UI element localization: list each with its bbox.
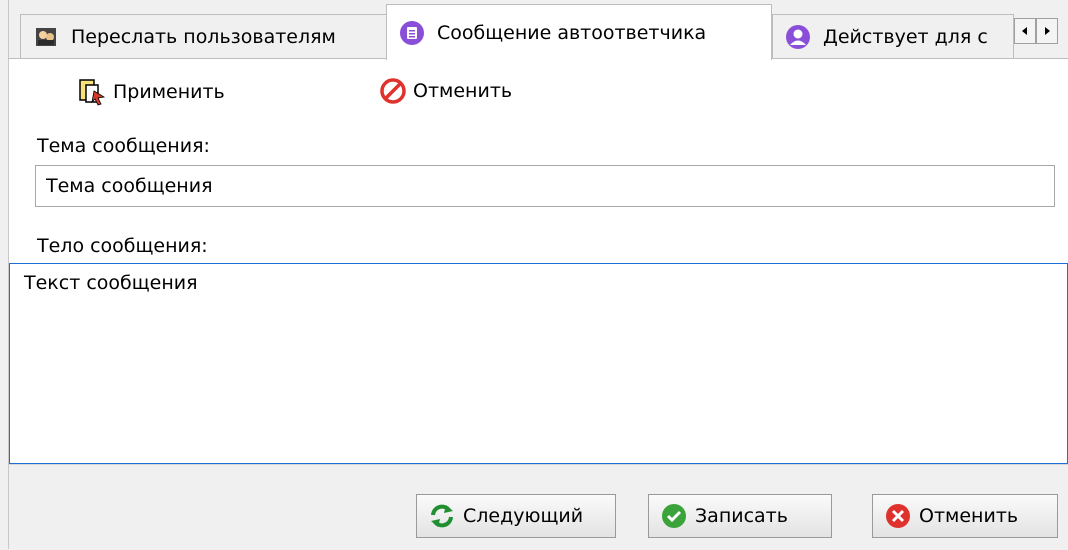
tab-label: Действует для с xyxy=(823,25,988,48)
apply-label: Применить xyxy=(113,81,225,103)
window-left-border xyxy=(0,0,9,549)
cancel-toolbar-button[interactable]: Отменить xyxy=(379,77,512,105)
prohibited-icon xyxy=(380,78,406,104)
tab-label: Сообщение автоответчика xyxy=(437,21,707,44)
apply-document-icon xyxy=(79,79,106,106)
next-button[interactable]: Следующий xyxy=(416,494,616,538)
autoreply-panel: Применить Отменить Тема сообщения: Тело … xyxy=(9,59,1068,464)
cancel-toolbar-label: Отменить xyxy=(413,80,513,102)
tab-applies-to[interactable]: Действует для с xyxy=(772,14,1014,58)
tab-autoreply-message[interactable]: Сообщение автоответчика xyxy=(386,4,772,60)
users-icon xyxy=(36,27,56,46)
save-label: Записать xyxy=(695,505,788,527)
user-icon xyxy=(786,24,810,49)
next-label: Следующий xyxy=(463,505,584,527)
apply-button[interactable]: Применить xyxy=(77,77,225,107)
tab-forward-users[interactable]: Переслать пользователям xyxy=(20,14,388,58)
cancel-label: Отменить xyxy=(919,505,1019,527)
body-label: Тело сообщения: xyxy=(37,235,208,257)
tab-scroll-arrows xyxy=(1014,18,1058,44)
check-circle-icon xyxy=(662,504,686,528)
tab-scroll-left-button[interactable] xyxy=(1014,18,1036,44)
caret-left-icon xyxy=(1022,27,1027,35)
subject-label: Тема сообщения: xyxy=(37,135,210,157)
body-textarea[interactable]: Текст сообщения xyxy=(9,263,1068,464)
subject-input[interactable] xyxy=(35,165,1055,207)
save-button[interactable]: Записать xyxy=(648,494,832,538)
refresh-icon xyxy=(431,504,453,528)
close-circle-icon xyxy=(886,504,910,528)
tab-scroll-right-button[interactable] xyxy=(1036,18,1058,44)
cancel-button[interactable]: Отменить xyxy=(872,494,1058,538)
tab-label: Переслать пользователям xyxy=(71,25,336,48)
message-list-icon xyxy=(400,20,424,45)
caret-right-icon xyxy=(1045,27,1050,35)
